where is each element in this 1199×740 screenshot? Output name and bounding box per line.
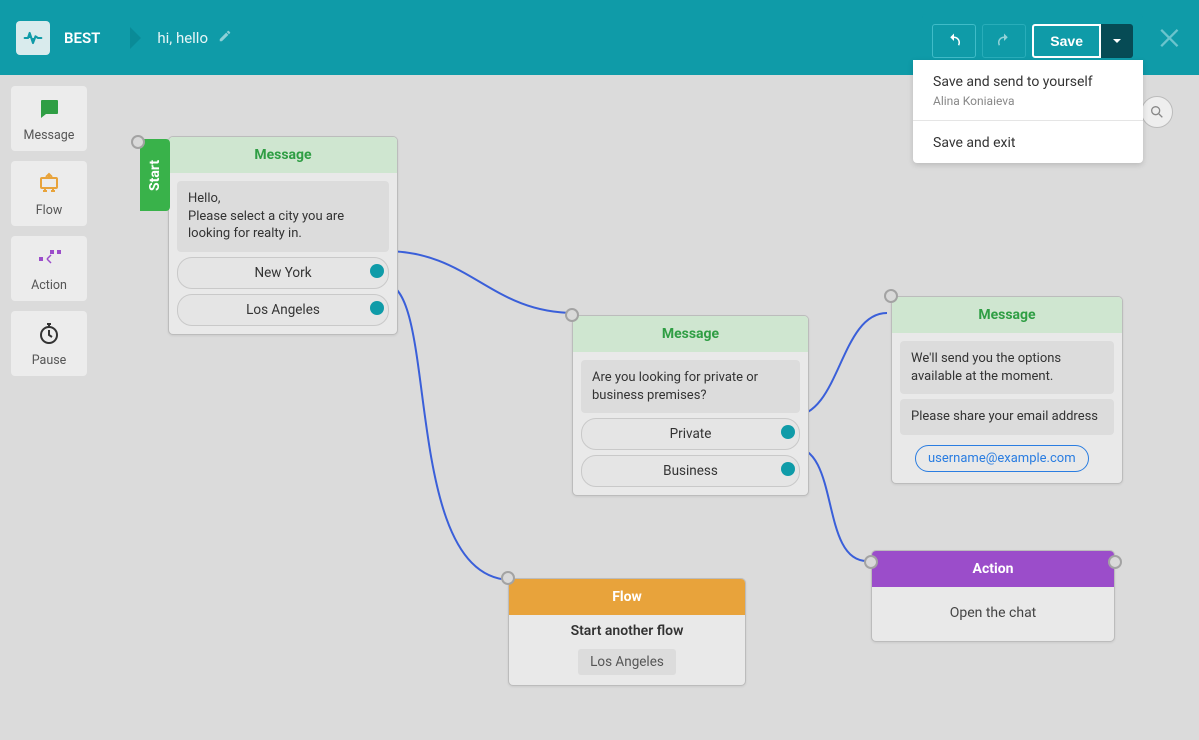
node-header: Message <box>169 137 397 173</box>
option-label: Los Angeles <box>246 302 320 318</box>
action-node[interactable]: Action Open the chat <box>871 550 1115 642</box>
save-send-yourself[interactable]: Save and send to yourself Alina Koniaiev… <box>913 60 1143 121</box>
port-out[interactable] <box>781 462 795 476</box>
port-in[interactable] <box>864 555 878 569</box>
node-palette: Message Flow Action Pause <box>11 86 87 376</box>
edit-icon[interactable] <box>218 28 232 47</box>
message-node-3[interactable]: Message We'll send you the options avail… <box>891 296 1123 484</box>
option-new-york[interactable]: New York <box>177 257 389 289</box>
zoom-button[interactable] <box>1141 96 1173 128</box>
flow-name[interactable]: hi, hello <box>157 29 208 47</box>
message-text: Are you looking for private or business … <box>581 360 800 413</box>
option-label: Private <box>670 426 712 442</box>
node-header: Message <box>573 316 808 352</box>
message-node-1[interactable]: Start Message Hello, Please select a cit… <box>168 136 398 335</box>
option-private[interactable]: Private <box>581 418 800 450</box>
palette-message[interactable]: Message <box>11 86 87 151</box>
breadcrumb-separator <box>130 27 141 49</box>
logo-icon <box>16 21 50 55</box>
option-los-angeles[interactable]: Los Angeles <box>177 294 389 326</box>
dropdown-item-title: Save and send to yourself <box>933 74 1123 90</box>
port-in[interactable] <box>501 571 515 585</box>
message-text: Hello, Please select a city you are look… <box>177 181 389 252</box>
port-out[interactable] <box>1108 555 1122 569</box>
option-label: Business <box>663 463 718 479</box>
flow-action-text: Start another flow <box>509 615 745 643</box>
option-label: New York <box>254 265 311 281</box>
node-header: Flow <box>509 579 745 615</box>
email-example: username@example.com <box>915 445 1089 472</box>
dropdown-item-title: Save and exit <box>933 135 1123 151</box>
canvas[interactable]: Message Flow Action Pause Start Message … <box>0 75 1199 740</box>
header-bar: BEST hi, hello Save Save and send to you… <box>0 0 1199 75</box>
palette-flow[interactable]: Flow <box>11 161 87 226</box>
palette-action[interactable]: Action <box>11 236 87 301</box>
dropdown-item-subtitle: Alina Koniaieva <box>933 94 1123 108</box>
port-out[interactable] <box>370 264 384 278</box>
port-in[interactable] <box>884 289 898 303</box>
save-button[interactable]: Save <box>1032 24 1101 58</box>
undo-button[interactable] <box>932 24 976 58</box>
port-out[interactable] <box>370 301 384 315</box>
message-text: Please share your email address <box>900 399 1114 435</box>
port-in[interactable] <box>131 135 145 149</box>
node-header: Message <box>892 297 1122 333</box>
option-business[interactable]: Business <box>581 455 800 487</box>
action-text: Open the chat <box>872 587 1114 641</box>
start-tab: Start <box>140 139 170 211</box>
node-header: Action <box>872 551 1114 587</box>
palette-label: Action <box>31 278 67 293</box>
save-and-exit[interactable]: Save and exit <box>913 121 1143 163</box>
save-dropdown: Save and send to yourself Alina Koniaiev… <box>913 60 1143 163</box>
message-node-2[interactable]: Message Are you looking for private or b… <box>572 315 809 496</box>
palette-label: Flow <box>36 203 62 218</box>
palette-label: Pause <box>32 353 67 368</box>
save-dropdown-toggle[interactable] <box>1101 24 1133 58</box>
palette-label: Message <box>24 128 75 143</box>
port-in[interactable] <box>565 308 579 322</box>
redo-button[interactable] <box>982 24 1026 58</box>
flow-node[interactable]: Flow Start another flow Los Angeles <box>508 578 746 686</box>
close-button[interactable] <box>1157 24 1185 52</box>
message-text: We'll send you the options available at … <box>900 341 1114 394</box>
port-out[interactable] <box>781 425 795 439</box>
workspace-title: BEST <box>64 29 100 47</box>
flow-target: Los Angeles <box>578 649 676 675</box>
palette-pause[interactable]: Pause <box>11 311 87 376</box>
